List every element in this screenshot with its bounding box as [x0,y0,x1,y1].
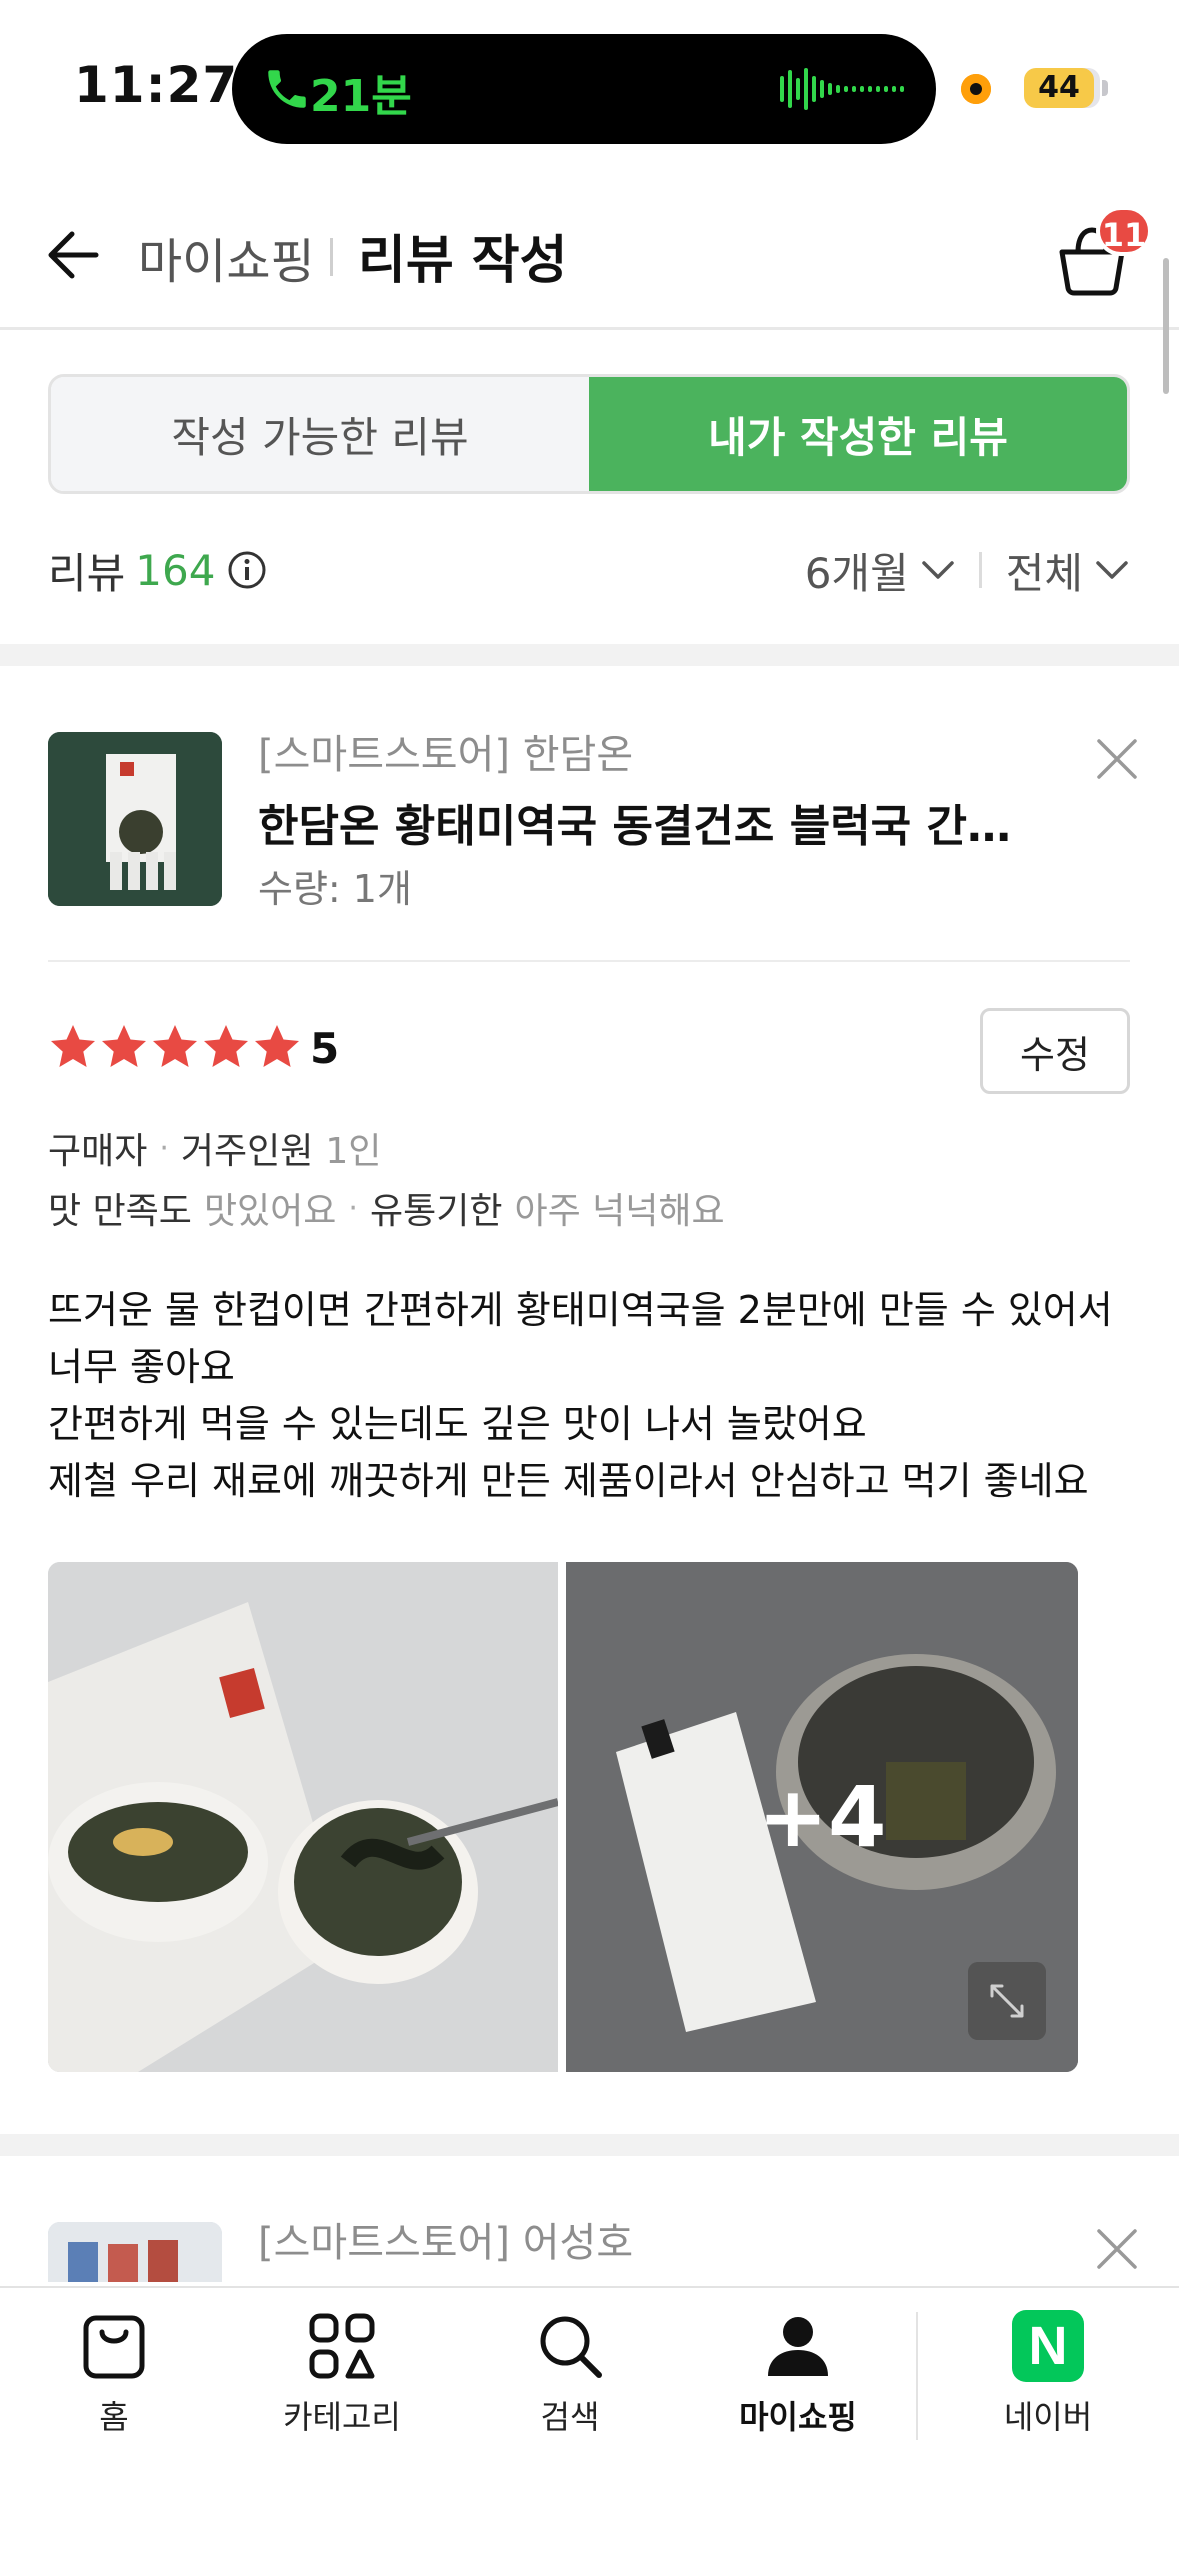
meta-separator: · [159,1130,169,1166]
nav-search[interactable]: 검색 [480,2310,660,2460]
period-filter-dropdown[interactable]: 6개월 [805,540,955,601]
review-count-value: 164 [135,545,216,595]
recording-indicator-icon [961,74,991,104]
page-title: 리뷰 작성 [358,231,568,291]
period-filter-label: 6개월 [804,548,909,598]
search-icon [540,2316,602,2378]
cart-count-badge: 11 [1096,206,1152,256]
buyer-label: 구매자 [48,1131,148,1172]
meta-separator: · [348,1190,358,1226]
bottom-navigation: 홈 카테고리 검색 마이쇼핑 N 네이버 [0,2286,1179,2556]
card-divider [48,960,1130,962]
star-icon [102,1025,146,1067]
nav-naver[interactable]: N 네이버 [958,2310,1138,2460]
taste-value: 맛있어요 [203,1191,337,1232]
status-time: 11:27 [74,56,239,114]
dynamic-island-call[interactable]: 21분 [232,34,936,144]
nav-myshopping[interactable]: 마이쇼핑 [708,2310,888,2460]
tab-my-reviews[interactable]: 내가 작성한 리뷰 [589,377,1127,491]
product-store-name: [스마트스토어] 한담온 [258,732,634,778]
chevron-down-icon [921,561,954,579]
section-divider [0,644,1179,666]
product-image [48,732,222,906]
breadcrumb-myshopping[interactable]: 마이쇼핑 [138,222,315,292]
breadcrumb-divider [330,238,333,276]
shopping-bag-icon [83,2315,145,2379]
category-grid-icon [309,2313,375,2379]
review-photo-2[interactable]: +4 [566,1562,1078,2072]
photo-content [48,1562,558,2072]
product-store-name: [스마트스토어] 어성호 [258,2220,634,2266]
chevron-down-icon [1096,561,1128,579]
star-rating [48,1022,303,1072]
nav-label: 홈 [99,2398,129,2436]
scrollbar[interactable] [1163,258,1169,394]
type-filter-dropdown[interactable]: 전체 [1006,540,1129,601]
product-quantity: 수량: 1개 [258,867,412,911]
naver-logo-icon: N [1012,2310,1084,2382]
filter-divider [978,552,982,588]
product-thumbnail[interactable] [48,2222,222,2282]
review-body: 뜨거운 물 한컵이면 간편하게 황태미역국을 2분만에 만들 수 있어서 너무 … [48,1282,1138,1510]
expiry-label: 유통기한 [369,1191,503,1232]
review-tabs: 작성 가능한 리뷰 내가 작성한 리뷰 [48,374,1130,494]
review-text-line: 뜨거운 물 한컵이면 간편하게 황태미역국을 2분만에 만들 수 있어서 [48,1288,1113,1332]
nav-label: 마이쇼핑 [739,2398,857,2436]
info-icon[interactable] [227,550,267,590]
household-label: 거주인원 [180,1131,314,1172]
star-icon [153,1025,197,1067]
top-header: 마이쇼핑 리뷰 작성 11 [0,180,1179,330]
star-icon [51,1025,95,1067]
nav-label: 카테고리 [283,2398,401,2436]
tab-writable-reviews[interactable]: 작성 가능한 리뷰 [51,377,589,491]
close-icon[interactable] [1094,2226,1140,2272]
product-thumbnail[interactable] [48,732,222,906]
nav-category[interactable]: 카테고리 [252,2310,432,2460]
call-duration: 21분 [310,71,412,122]
review-photo-1[interactable] [48,1562,558,2072]
star-icon [204,1025,248,1067]
review-count-row: 리뷰 164 [48,540,267,600]
product-image [48,2222,222,2282]
expand-icon[interactable] [968,1962,1046,2040]
review-text-line: 간편하게 먹을 수 있는데도 깊은 맛이 나서 놀랐어요 [48,1402,867,1446]
expiry-value: 아주 넉넉해요 [514,1191,725,1232]
review-meta-buyer: 구매자 · 거주인원 1인 [48,1122,381,1174]
type-filter-label: 전체 [1005,548,1083,598]
phone-icon [268,70,306,108]
rating-value: 5 [310,1024,340,1073]
close-icon[interactable] [1094,736,1140,782]
battery-tip [1102,80,1108,96]
edit-review-button[interactable]: 수정 [980,1008,1130,1094]
review-count-label: 리뷰 [48,548,126,598]
review-text-line: 제철 우리 재료에 깨끗하게 만든 제품이라서 안심하고 먹기 좋네요 [48,1459,1089,1503]
battery-level: 44 [1024,68,1094,108]
review-text-line: 너무 좋아요 [48,1345,235,1389]
nav-divider [916,2312,918,2440]
review-meta-taste: 맛 만족도 맛있어요 · 유통기한 아주 넉넉해요 [48,1182,725,1234]
nav-label: 네이버 [1003,2398,1093,2436]
household-value: 1인 [325,1131,382,1172]
star-icon [255,1025,299,1067]
nav-label: 검색 [540,2398,600,2436]
section-divider [0,2134,1179,2156]
product-name[interactable]: 한담온 황태미역국 동결건조 블럭국 간편... [258,790,1028,854]
taste-label: 맛 만족도 [48,1191,192,1232]
person-icon [768,2317,828,2376]
audio-wave-icon [780,68,904,110]
nav-home[interactable]: 홈 [24,2310,204,2460]
back-arrow-icon[interactable] [42,220,102,290]
review-filters: 6개월 전체 [805,540,1129,600]
status-bar: 11:27 21분 44 [0,0,1179,180]
